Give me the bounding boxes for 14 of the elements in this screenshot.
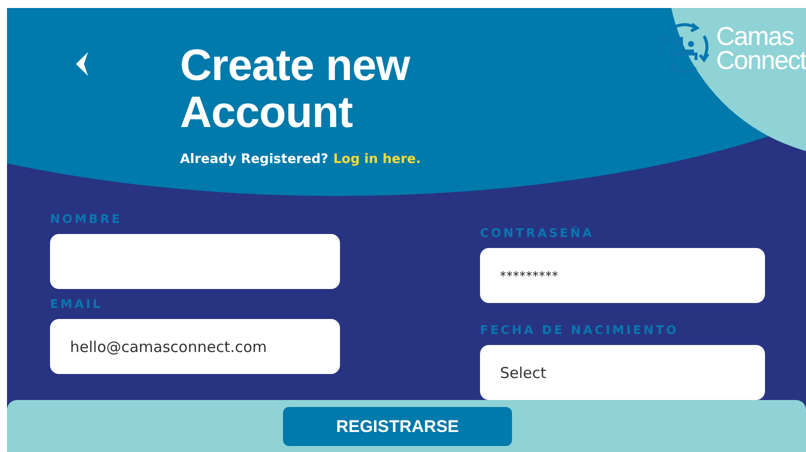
password-field[interactable]: ********* xyxy=(480,248,765,303)
back-icon[interactable] xyxy=(74,52,90,76)
date-select[interactable]: Select xyxy=(480,345,765,400)
page-title: Create new Account xyxy=(180,42,412,136)
logo-text: Connect xyxy=(716,48,806,72)
field-label: FECHA DE NACIMIENTO xyxy=(480,323,680,337)
field-label: NOMBRE xyxy=(50,212,123,226)
input-field[interactable] xyxy=(50,234,340,289)
field-label: CONTRASEÑA xyxy=(480,226,595,240)
register-button[interactable]: REGISTRARSE xyxy=(283,407,512,446)
input-field[interactable]: hello@camasconnect.com xyxy=(50,319,340,374)
field-label: EMAIL xyxy=(50,297,104,311)
logo-text: Camas xyxy=(716,24,794,48)
login-prompt: Already Registered? xyxy=(180,152,328,167)
